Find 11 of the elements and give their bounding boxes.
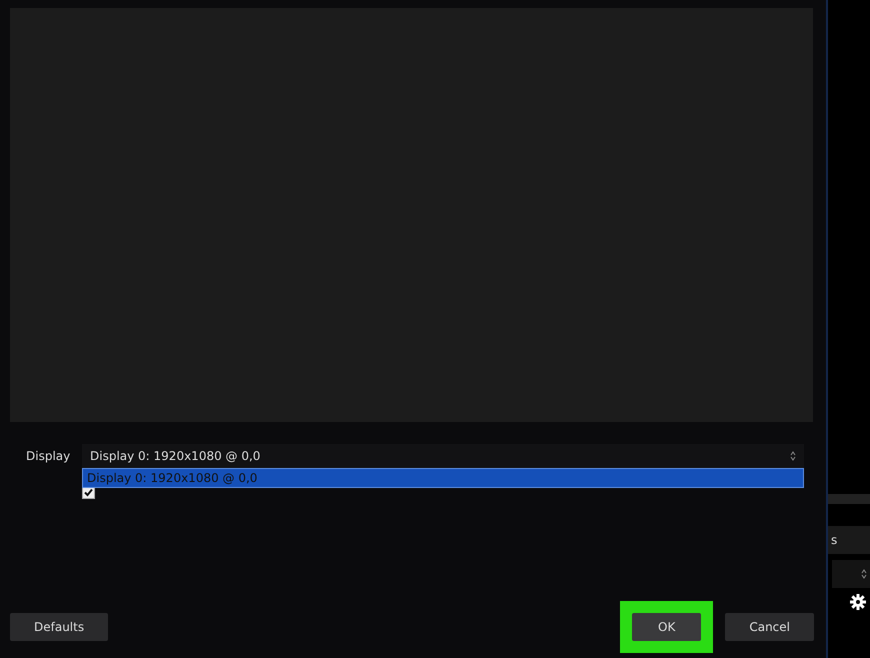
dialog-button[interactable]: Defaults <box>10 613 108 641</box>
dialog-button[interactable]: Cancel <box>725 613 814 641</box>
display-dropdown[interactable]: Display 0: 1920x1080 @ 0,0 <box>82 444 804 468</box>
dialog-button[interactable]: OK <box>632 613 702 641</box>
settings-icon[interactable] <box>850 594 866 610</box>
display-label: Display <box>25 449 72 463</box>
display-value: Display 0: 1920x1080 @ 0,0 <box>90 449 260 463</box>
field-text: s <box>831 533 838 547</box>
spinner-arrows-icon <box>861 569 867 579</box>
panel-bar <box>828 494 870 504</box>
spinner-arrows-icon <box>790 451 796 461</box>
